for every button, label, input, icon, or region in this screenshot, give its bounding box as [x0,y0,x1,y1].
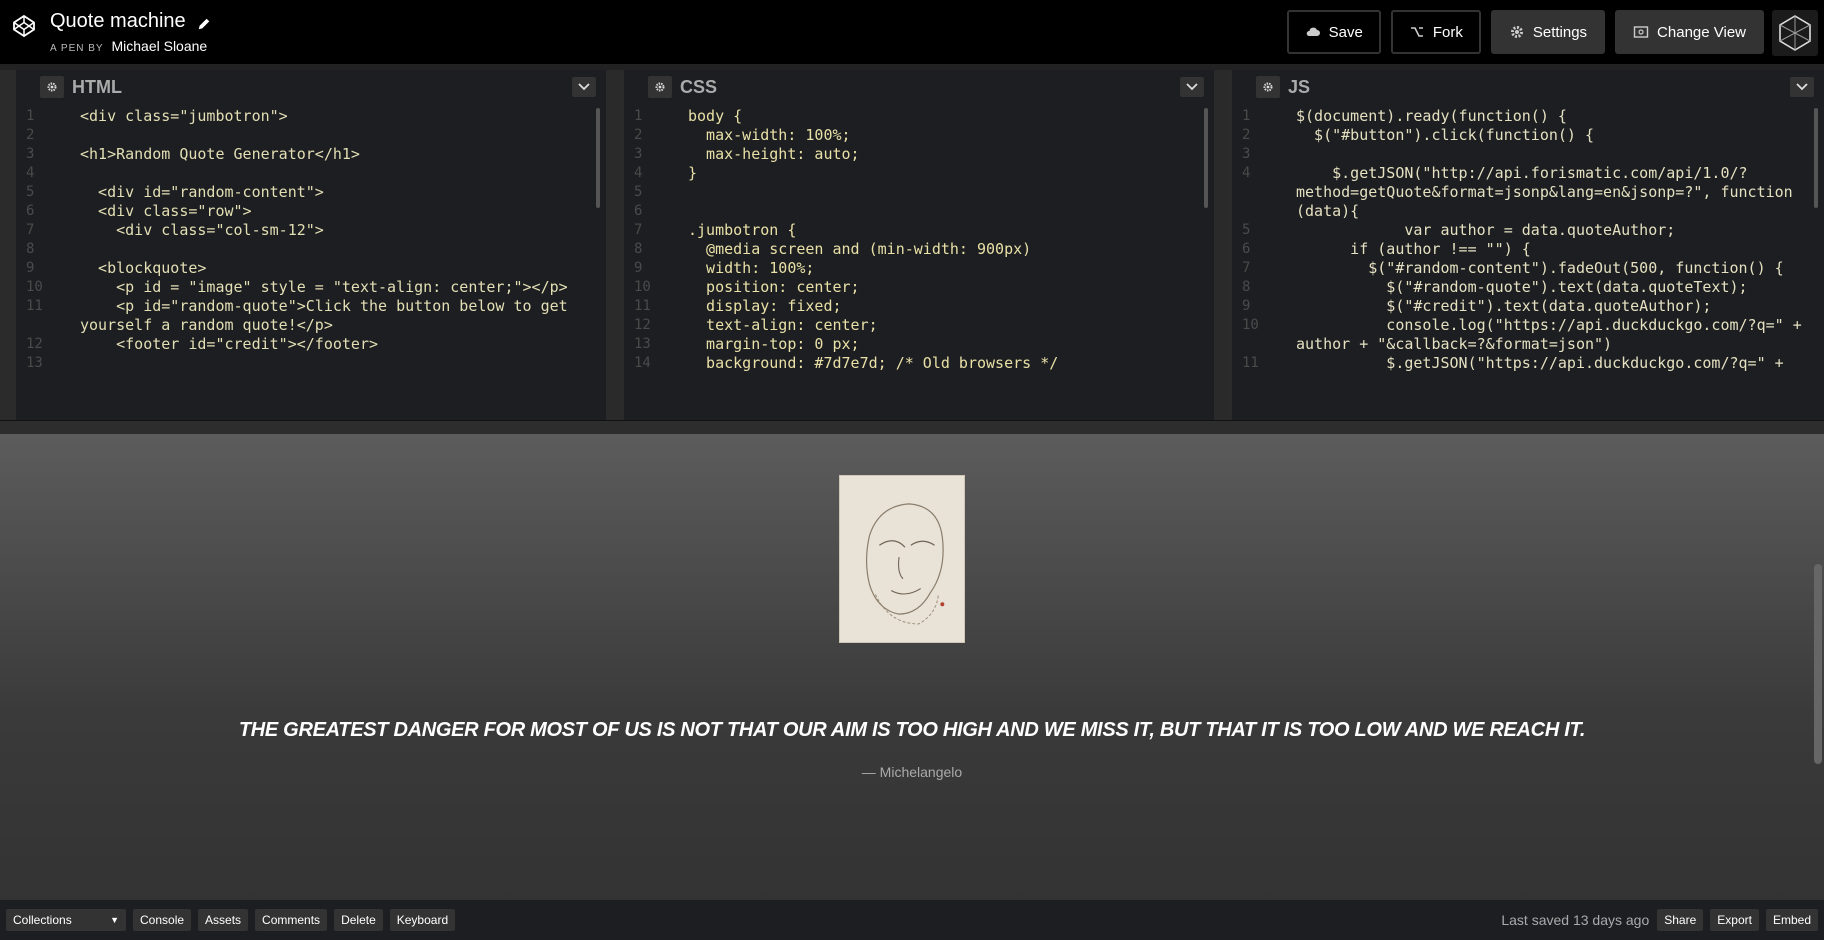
codepen-logo-icon[interactable] [12,14,36,38]
dropdown-caret-icon: ▼ [110,915,119,925]
editor-splitter-2[interactable] [1214,70,1230,420]
html-collapse-chevron-icon[interactable] [572,77,596,97]
html-editor-title: HTML [72,76,122,97]
fork-button[interactable]: Fork [1390,10,1481,54]
css-collapse-chevron-icon[interactable] [1180,77,1204,97]
comments-button[interactable]: Comments [255,909,328,931]
pen-author-line: A PEN BY Michael Sloane [50,38,213,54]
js-scrollbar[interactable] [1814,108,1818,208]
quote-text: THE GREATEST DANGER FOR MOST OF US IS NO… [238,719,1586,741]
save-button[interactable]: Save [1286,10,1381,54]
html-settings-gear-icon[interactable] [40,76,64,98]
js-editor-title: JS [1288,76,1311,97]
collections-label: Collections [13,913,72,927]
js-editor[interactable]: JS 1 $(document).ready(function() {2 $("#… [1232,70,1824,420]
pen-title[interactable]: Quote machine [50,10,213,32]
code-text: background: #7d7e7d; /* Old browsers */ [688,354,1059,372]
fork-icon [1410,27,1423,37]
layout-icon [1633,26,1649,38]
css-editor-title: CSS [680,76,718,97]
editors-area: HTML 1 <div class="jumbotron"> 2 3 <h1>Rando… [0,70,1824,420]
delete-button[interactable]: Delete [334,909,383,931]
pen-title-text: Quote machine [50,10,186,32]
preview-resize-handle[interactable] [0,420,1824,434]
css-editor[interactable]: CSS 1 body {2 max-width: 100%; 3 max-heigh… [624,70,1214,420]
settings-button[interactable]: Settings [1490,10,1606,54]
css-editor-header: CSS [624,70,1214,104]
export-button[interactable]: Export [1710,909,1759,931]
settings-label: Settings [1532,23,1588,41]
html-editor-header: HTML [16,70,606,104]
collections-dropdown[interactable]: Collections ▼ [6,909,126,931]
css-settings-gear-icon[interactable] [648,76,672,98]
editor-splitter-1[interactable] [606,70,622,420]
line-number: 11 [1242,355,1259,371]
author-link[interactable]: Michael Sloane [111,38,207,54]
cloud-icon [1306,27,1320,36]
assets-button[interactable]: Assets [198,909,249,931]
html-scrollbar[interactable] [596,108,600,208]
preview-scrollbar[interactable] [1814,564,1822,764]
js-editor-header: JS [1232,70,1824,104]
code-line[interactable]: 14 background: #7d7e7d; /* Old browsers … [624,352,1200,374]
save-label: Save [1328,23,1363,41]
change-view-button[interactable]: Change View [1615,10,1764,54]
console-button[interactable]: Console [133,909,192,931]
js-code-area[interactable]: 1 $(document).ready(function() {2 $("#but… [1232,104,1824,420]
html-code-area[interactable]: 1 <div class="jumbotron"> 2 3 <h1>Random Quo… [16,104,606,420]
top-bar: Quote machine A PEN BY Michael Sloane Sa… [0,0,1824,64]
code-line[interactable]: 13 [16,352,592,374]
code-text: $.getJSON("https://api.duckduckgo.com/?q… [1296,354,1784,372]
quote-credit: — Michelangelo [861,764,963,780]
embed-button[interactable]: Embed [1765,909,1818,931]
bottom-bar: Collections ▼ Console Assets Comments De… [0,900,1824,940]
line-number: 14 [634,355,651,371]
fork-label: Fork [1432,23,1463,41]
line-number: 13 [26,355,43,371]
css-scrollbar[interactable] [1204,108,1208,208]
pen-by-prefix: A PEN BY [50,43,104,54]
pencil-icon[interactable] [197,14,213,30]
code-line[interactable]: 11 $.getJSON("https://api.duckduckgo.com… [1232,352,1810,374]
change-view-label: Change View [1657,23,1746,41]
last-saved-status: Last saved 13 days ago [1501,912,1650,928]
share-button[interactable]: Share [1657,909,1704,931]
user-avatar[interactable] [1772,10,1818,56]
preview-pane: THE GREATEST DANGER FOR MOST OF US IS NO… [0,434,1824,900]
js-settings-gear-icon[interactable] [1256,76,1280,98]
gear-icon [1510,26,1523,38]
js-collapse-chevron-icon[interactable] [1790,77,1814,97]
quote-author-portrait [839,475,965,643]
keyboard-button[interactable]: Keyboard [389,909,456,931]
html-editor[interactable]: HTML 1 <div class="jumbotron"> 2 3 <h1>Rando… [16,70,606,420]
css-code-area[interactable]: 1 body {2 max-width: 100%; 3 max-height: a… [624,104,1214,420]
